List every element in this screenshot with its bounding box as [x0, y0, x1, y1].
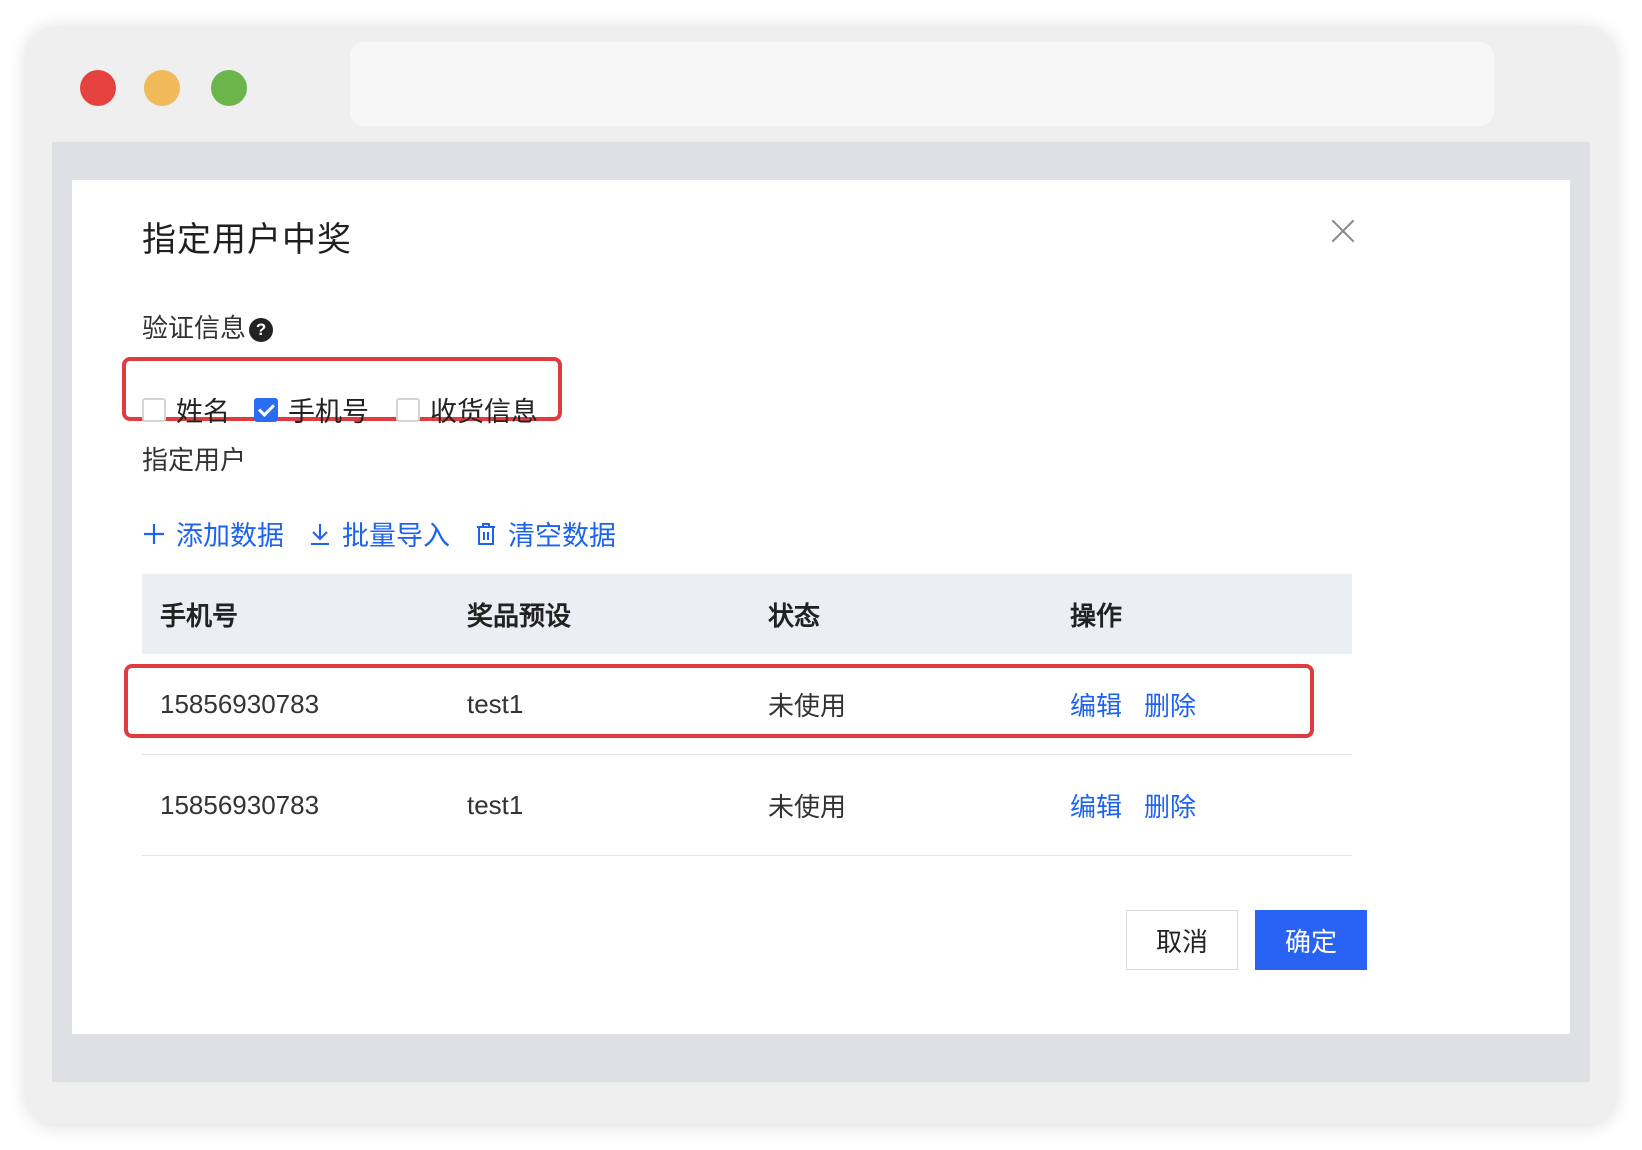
download-icon: [311, 523, 329, 545]
clear-data-button[interactable]: 清空数据: [474, 514, 616, 553]
cell-actions: 编辑 删除: [1070, 787, 1196, 824]
cell-phone: 15856930783: [160, 789, 320, 820]
close-icon[interactable]: [1328, 216, 1358, 246]
batch-import-button[interactable]: 批量导入: [308, 514, 450, 553]
cell-status: 未使用: [768, 791, 847, 822]
header-prize: 奖品预设: [467, 600, 572, 631]
checkbox-name-label: 姓名: [176, 397, 230, 427]
checkbox-phone[interactable]: 手机号: [254, 390, 369, 429]
cell-phone: 15856930783: [160, 688, 320, 719]
window-minimize-dot[interactable]: [144, 70, 180, 106]
add-data-button[interactable]: 添加数据: [142, 514, 284, 553]
browser-window: 指定用户中奖 验证信息? 姓名 手机号 收货信息 指定用户 添加数据 批量导入 …: [26, 26, 1616, 1124]
checkbox-shipping-box[interactable]: [396, 397, 420, 422]
delete-link[interactable]: 删除: [1144, 787, 1196, 824]
clear-data-label: 清空数据: [508, 521, 616, 551]
cell-prize: test1: [467, 789, 524, 820]
plus-icon: [144, 523, 164, 544]
header-actions: 操作: [1070, 600, 1123, 631]
users-table: 手机号 奖品预设 状态 操作 15856930783 test1 未使用 编辑 …: [142, 574, 1352, 856]
edit-link[interactable]: 编辑: [1070, 686, 1122, 723]
trash-icon: [477, 522, 495, 545]
confirm-button[interactable]: 确定: [1255, 910, 1367, 970]
cancel-button[interactable]: 取消: [1126, 910, 1238, 970]
header-status: 状态: [768, 600, 821, 631]
window-close-dot[interactable]: [80, 70, 116, 106]
table-row: 15856930783 test1 未使用 编辑 删除: [142, 654, 1352, 755]
question-circle-icon[interactable]: ?: [249, 318, 274, 342]
checkbox-shipping-label: 收货信息: [430, 397, 538, 427]
checkbox-shipping[interactable]: 收货信息: [396, 390, 538, 429]
assign-winner-dialog: 指定用户中奖 验证信息? 姓名 手机号 收货信息 指定用户 添加数据 批量导入 …: [72, 180, 1570, 1034]
checkbox-name[interactable]: 姓名: [142, 390, 230, 429]
checkbox-phone-label: 手机号: [288, 397, 369, 427]
checkbox-name-box[interactable]: [142, 397, 166, 422]
checkbox-phone-box[interactable]: [254, 397, 278, 422]
cell-status: 未使用: [768, 690, 847, 721]
verify-info-label: 验证信息?: [142, 308, 274, 345]
window-maximize-dot[interactable]: [211, 70, 247, 106]
header-phone: 手机号: [160, 600, 239, 631]
delete-link[interactable]: 删除: [1144, 686, 1196, 723]
dialog-title: 指定用户中奖: [142, 221, 352, 259]
cell-actions: 编辑 删除: [1070, 686, 1196, 723]
batch-import-label: 批量导入: [342, 521, 450, 551]
assign-users-label: 指定用户: [142, 445, 247, 475]
table-row: 15856930783 test1 未使用 编辑 删除: [142, 755, 1352, 856]
address-bar[interactable]: [350, 42, 1494, 126]
edit-link[interactable]: 编辑: [1070, 787, 1122, 824]
add-data-label: 添加数据: [176, 521, 284, 551]
table-header: 手机号 奖品预设 状态 操作: [142, 574, 1352, 654]
page-viewport: 指定用户中奖 验证信息? 姓名 手机号 收货信息 指定用户 添加数据 批量导入 …: [52, 142, 1590, 1082]
verify-info-text: 验证信息: [142, 313, 247, 343]
cell-prize: test1: [467, 688, 524, 719]
